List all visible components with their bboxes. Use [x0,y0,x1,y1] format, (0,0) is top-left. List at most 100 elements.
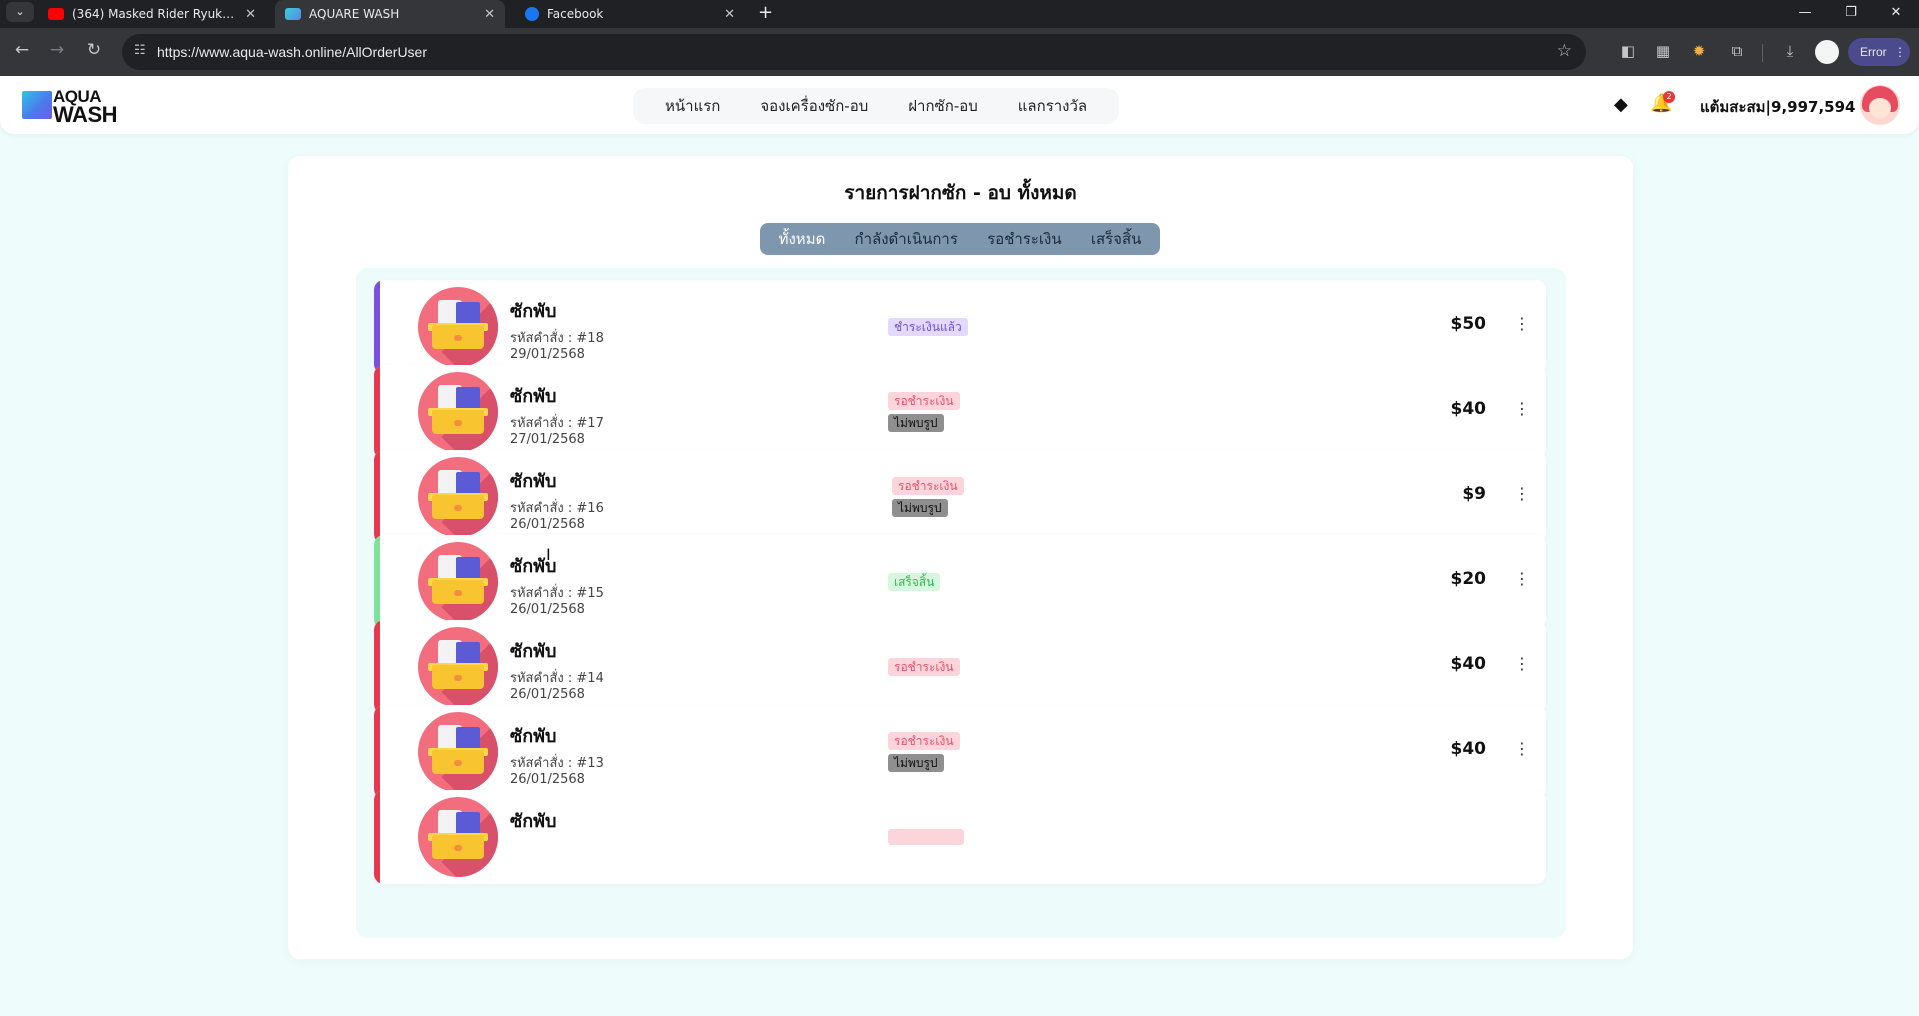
order-list[interactable]: ซักพับ รหัสคำสั่ง : #18 29/01/2568 ชำระเงิน… [356,268,1566,938]
tab-title: (364) Masked Rider Ryuki | มาสค์ [72,6,237,21]
more-options-icon[interactable]: ⋮ [1514,399,1530,418]
address-bar[interactable]: ☷ https://www.aqua-wash.online/AllOrderU… [122,34,1586,70]
nav-home[interactable]: หน้าแรก [645,94,740,118]
forward-arrow-icon[interactable]: → [45,40,69,60]
status-badges: รอชำระเงิน ไม่พบรูป [888,705,960,799]
order-row[interactable]: ซักพับ รหัสคำสั่ง : #14 26/01/2568 รอชำระเง… [374,620,1546,714]
order-date: 26/01/2568 [510,602,585,617]
diamond-icon[interactable]: ◆ [1614,94,1628,115]
order-date: 26/01/2568 [510,517,585,532]
service-name: ซักพับ [510,386,557,407]
order-row[interactable]: ซักพับ⋮ [374,790,1546,884]
tab-title: Facebook [547,7,604,21]
nav-drop-off-wash[interactable]: ฝากซัก-อบ [888,94,998,118]
page-title: รายการฝากซัก - อบ ทั้งหมด [844,182,1077,204]
service-name: ซักพับ [510,471,557,492]
extension-bug-icon[interactable]: ✹ [1688,42,1710,60]
laundry-basket-icon [418,797,498,877]
icon-heart [454,420,462,426]
browser-tab[interactable]: (364) Masked Rider Ryuki | มาสค์ ✕ [38,0,266,28]
order-price: $40 [1450,739,1487,759]
status-indicator-bar [374,705,380,799]
order-row[interactable]: ซักพับ รหัสคำสั่ง : #18 29/01/2568 ชำระเงิน… [374,280,1546,374]
download-icon[interactable]: ⤓ [1779,42,1801,60]
service-name: ซักพับ [510,811,557,832]
browser-tab-bar: ⌄ (364) Masked Rider Ryuki | มาสค์ ✕ AQU… [0,0,1919,28]
main-nav: หน้าแรก จองเครื่องซัก-อบ ฝากซัก-อบ แลกรา… [633,88,1120,124]
site-header: AQUA WASH หน้าแรก จองเครื่องซัก-อบ ฝากซั… [0,76,1919,134]
tab-all[interactable]: ทั้งหมด [779,227,826,251]
status-indicator-bar [374,365,380,459]
status-badge [888,829,964,845]
laundry-basket-icon [418,712,498,792]
laundry-basket-icon [418,287,498,367]
facebook-icon [525,7,539,21]
order-date: 26/01/2568 [510,687,585,702]
status-indicator-bar [374,450,380,544]
service-name: ซักพับ [510,641,557,662]
order-date: 26/01/2568 [510,772,585,787]
reload-icon[interactable]: ↻ [82,40,106,60]
profile-avatar[interactable] [1815,40,1839,64]
browser-tab-active[interactable]: AQUARE WASH ✕ [275,0,505,28]
status-badge: ไม่พบรูป [888,414,944,432]
order-code: รหัสคำสั่ง : #15 [510,586,604,601]
minimize-icon[interactable]: — [1782,0,1828,28]
icon-heart [454,845,462,851]
order-price: $40 [1450,654,1487,674]
site-settings-icon[interactable]: ☷ [134,43,146,58]
order-row[interactable]: ซักพับ รหัสคำสั่ง : #13 26/01/2568 รอชำระเง… [374,705,1546,799]
more-options-icon[interactable]: ⋮ [1514,739,1530,758]
status-indicator-bar [374,535,380,629]
status-badges: รอชำระเงิน ไม่พบรูป [888,365,960,459]
order-price: $9 [1462,484,1486,504]
tab-completed[interactable]: เสร็จสิ้น [1091,227,1142,251]
nav-book-machine[interactable]: จองเครื่องซัก-อบ [740,94,888,118]
close-window-icon[interactable]: ✕ [1873,0,1919,28]
more-options-icon[interactable]: ⋮ [1514,484,1530,503]
status-indicator-bar [374,620,380,714]
user-avatar[interactable] [1860,85,1900,125]
kebab-menu-icon: ⋮ [1894,45,1907,59]
status-badge: รอชำระเงิน [888,658,960,676]
status-badge: รอชำระเงิน [888,732,960,750]
more-options-icon[interactable]: ⋮ [1514,569,1530,588]
close-tab-icon[interactable]: ✕ [724,7,735,22]
notification-badge: 2 [1663,91,1675,103]
error-label: Error [1860,45,1887,59]
laundry-basket-icon [418,542,498,622]
restore-icon[interactable]: ❐ [1828,0,1874,28]
tab-search-chevron-icon[interactable]: ⌄ [6,2,34,22]
order-code: รหัสคำสั่ง : #16 [510,501,604,516]
status-badges: รอชำระเงิน [888,620,960,714]
browser-tab[interactable]: Facebook ✕ [515,0,745,28]
order-row[interactable]: ซักพับ รหัสคำสั่ง : #16 26/01/2568 รอชำระเง… [374,450,1546,544]
orders-card: รายการฝากซัก - อบ ทั้งหมด ทั้งหมด กำลังด… [288,156,1633,959]
close-tab-icon[interactable]: ✕ [484,7,495,22]
extension-c-icon[interactable]: ◧ [1617,42,1639,60]
address-url[interactable]: https://www.aqua-wash.online/AllOrderUse… [157,44,427,60]
order-price: $50 [1450,314,1487,334]
more-options-icon[interactable]: ⋮ [1514,654,1530,673]
tab-in-progress[interactable]: กำลังดำเนินการ [855,227,958,251]
laundry-basket-icon [418,627,498,707]
error-button[interactable]: Error ⋮ [1848,38,1910,66]
tab-awaiting-payment[interactable]: รอชำระเงิน [987,227,1062,251]
aqua-wash-icon [285,8,301,20]
browser-toolbar: ← → ↻ ☷ https://www.aqua-wash.online/All… [0,28,1919,76]
aqua-wash-logo[interactable]: AQUA WASH [22,87,122,127]
extension-image-icon[interactable]: ▦ [1652,42,1674,60]
extensions-puzzle-icon[interactable]: ⧉ [1726,42,1748,60]
close-tab-icon[interactable]: ✕ [245,7,256,22]
status-badge: เสร็จสิ้น [888,573,941,591]
status-indicator-bar [374,790,380,884]
order-row[interactable]: ซักพับ รหัสคำสั่ง : #17 27/01/2568 รอชำระเง… [374,365,1546,459]
back-arrow-icon[interactable]: ← [10,40,34,60]
more-options-icon[interactable]: ⋮ [1514,314,1530,333]
bookmark-star-icon[interactable]: ☆ [1557,41,1572,61]
order-price: $40 [1450,399,1487,419]
order-code: รหัสคำสั่ง : #18 [510,331,604,346]
new-tab-plus-icon[interactable]: + [758,2,773,23]
text-cursor-icon: I [546,545,551,564]
nav-rewards[interactable]: แลกรางวัล [998,94,1107,118]
